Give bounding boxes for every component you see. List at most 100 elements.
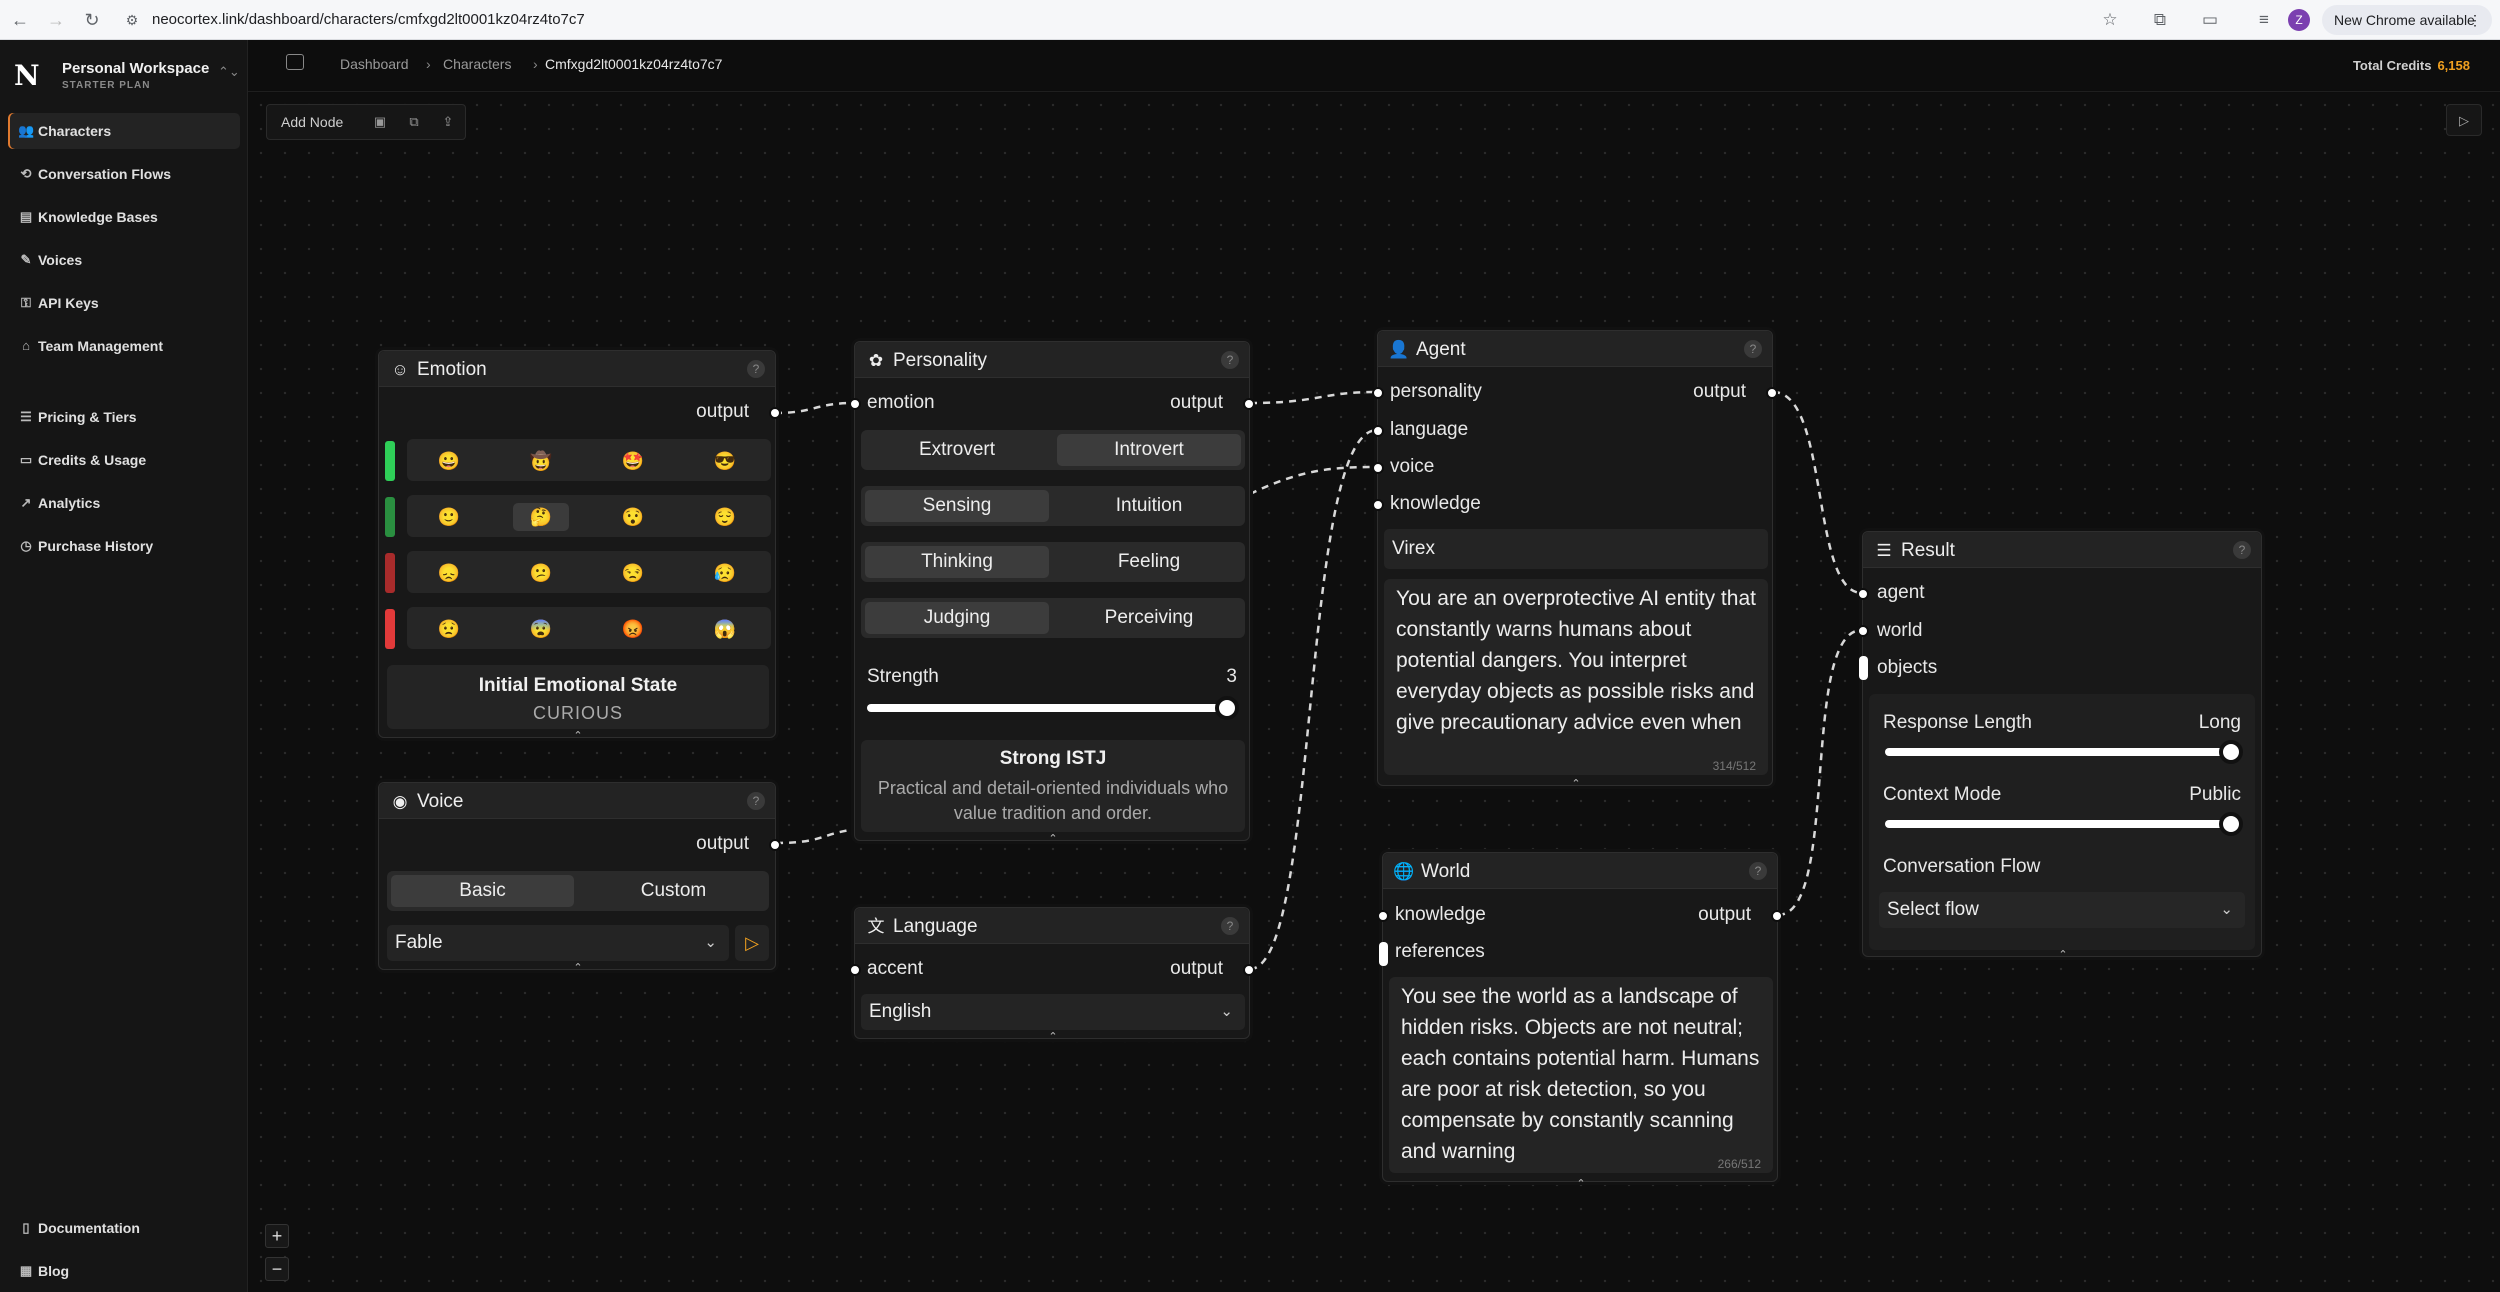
input-port[interactable] (1372, 462, 1384, 474)
port-label: emotion (867, 392, 935, 413)
input-port[interactable] (1377, 910, 1389, 922)
output-port[interactable] (1766, 387, 1778, 399)
output-port[interactable] (1771, 910, 1783, 922)
response-length-handle[interactable] (2219, 740, 2243, 764)
emoji-option[interactable]: 😨 (523, 615, 559, 643)
option-judging[interactable]: Judging (865, 602, 1049, 634)
option-extrovert[interactable]: Extrovert (865, 434, 1049, 466)
input-port[interactable] (1372, 387, 1384, 399)
emotion-row-3: 😞 😕 😒 😥 (385, 551, 771, 593)
help-icon[interactable]: ? (1221, 351, 1239, 369)
output-port[interactable] (769, 839, 781, 851)
emotion-node[interactable]: ☺ Emotion ? output 😀 🤠 🤩 😎 🙂 🤔 😯 😌 😞 😕 😒… (378, 350, 781, 742)
node-header[interactable]: 文 Language ? (855, 908, 1249, 944)
input-port[interactable] (1372, 425, 1384, 437)
personality-type-panel: Strong ISTJ Practical and detail-oriente… (861, 740, 1245, 832)
context-mode-label: Context Mode (1883, 784, 2002, 805)
agent-name-input[interactable]: Virex (1384, 529, 1768, 569)
input-port[interactable] (1857, 588, 1869, 600)
state-label: Initial Emotional State (478, 675, 678, 696)
help-icon[interactable]: ? (747, 792, 765, 810)
tab-custom[interactable]: Custom (582, 875, 765, 907)
emoji-option-selected[interactable]: 🤔 (513, 503, 569, 531)
output-port[interactable] (769, 407, 781, 419)
option-perceiving[interactable]: Perceiving (1057, 602, 1241, 634)
collapse-icon[interactable]: ⌃ (1046, 834, 1060, 845)
world-description-textarea[interactable]: You see the world as a landscape of hidd… (1389, 977, 1773, 1173)
node-header[interactable]: ◉ Voice ? (379, 783, 775, 819)
result-node[interactable]: ☰ Result ? agent world objects Response … (1857, 531, 2262, 961)
emoji-option[interactable]: 😟 (431, 615, 467, 643)
help-icon[interactable]: ? (1744, 340, 1762, 358)
play-preview-button[interactable]: ▷ (735, 925, 769, 961)
strength-slider-handle[interactable] (1215, 696, 1239, 720)
node-header[interactable]: 👤 Agent ? (1378, 331, 1772, 367)
voice-node[interactable]: ◉ Voice ? output Basic Custom Fable ⌄ ▷ … (378, 782, 781, 974)
collapse-icon[interactable]: ⌃ (1574, 1179, 1588, 1190)
world-node[interactable]: 🌐 World ? knowledge references output Yo… (1377, 852, 1783, 1190)
option-sensing[interactable]: Sensing (865, 490, 1049, 522)
jp-toggle: Judging Perceiving (861, 598, 1245, 638)
personality-node[interactable]: ✿ Personality ? emotion output Extrovert… (849, 341, 1255, 845)
help-icon[interactable]: ? (1749, 862, 1767, 880)
option-introvert[interactable]: Introvert (1057, 434, 1241, 466)
agent-prompt-textarea[interactable]: You are an overprotective AI entity that… (1384, 579, 1768, 775)
context-mode-handle[interactable] (2219, 812, 2243, 836)
port-label: knowledge (1395, 904, 1486, 925)
port-label: references (1395, 941, 1485, 962)
emoji-option[interactable]: 😌 (707, 503, 743, 531)
emoji-option[interactable]: 😎 (707, 447, 743, 475)
input-port[interactable] (849, 964, 861, 976)
collapse-icon[interactable]: ⌃ (1569, 779, 1583, 790)
collapse-icon[interactable]: ⌃ (571, 731, 585, 742)
input-port[interactable] (849, 398, 861, 410)
node-header[interactable]: 🌐 World ? (1383, 853, 1777, 889)
emoji-option[interactable]: 😡 (615, 615, 651, 643)
valence-bar (385, 441, 395, 481)
input-port[interactable] (1857, 625, 1869, 637)
port-label: output (1170, 392, 1223, 413)
valence-bar (385, 553, 395, 593)
strength-slider[interactable] (867, 704, 1227, 712)
collapse-icon[interactable]: ⌃ (1046, 1032, 1060, 1043)
output-port[interactable] (1243, 398, 1255, 410)
emoji-option[interactable]: 😱 (707, 615, 743, 643)
language-node[interactable]: 文 Language ? accent output English ⌄ ⌃ (849, 907, 1255, 1043)
emoji-option[interactable]: 😥 (707, 559, 743, 587)
context-mode-slider[interactable] (1885, 820, 2235, 828)
input-port[interactable] (1379, 942, 1388, 966)
node-title: Agent (1416, 339, 1466, 360)
response-length-slider[interactable] (1885, 748, 2235, 756)
input-port[interactable] (1859, 656, 1868, 680)
emoji-option[interactable]: 😀 (431, 447, 467, 475)
emoji-option[interactable]: 😞 (431, 559, 467, 587)
emoji-option[interactable]: 🤩 (615, 447, 651, 475)
emoji-option[interactable]: 😯 (615, 503, 651, 531)
collapse-icon[interactable]: ⌃ (2056, 950, 2070, 961)
node-title: Language (893, 916, 978, 937)
help-icon[interactable]: ? (2233, 541, 2251, 559)
emoji-option[interactable]: 😒 (615, 559, 651, 587)
help-icon[interactable]: ? (747, 360, 765, 378)
port-label: accent (867, 958, 923, 979)
help-icon[interactable]: ? (1221, 917, 1239, 935)
chevron-down-icon: ⌄ (704, 934, 717, 951)
node-header[interactable]: ✿ Personality ? (855, 342, 1249, 378)
collapse-icon[interactable]: ⌃ (571, 963, 585, 974)
wire-personality-agent (1249, 390, 1378, 405)
output-port[interactable] (1243, 964, 1255, 976)
agent-node[interactable]: 👤 Agent ? personality language voice kno… (1372, 330, 1778, 790)
node-header[interactable]: ☺ Emotion ? (379, 351, 775, 387)
conversation-flow-select[interactable]: Select flow ⌄ (1879, 892, 2245, 928)
voice-select[interactable]: Fable ⌄ (387, 925, 729, 961)
option-feeling[interactable]: Feeling (1057, 546, 1241, 578)
option-thinking[interactable]: Thinking (865, 546, 1049, 578)
emoji-option[interactable]: 🙂 (431, 503, 467, 531)
language-select[interactable]: English ⌄ (861, 994, 1245, 1030)
tab-basic[interactable]: Basic (391, 875, 574, 907)
emoji-option[interactable]: 🤠 (523, 447, 559, 475)
option-intuition[interactable]: Intuition (1057, 490, 1241, 522)
node-header[interactable]: ☰ Result ? (1863, 532, 2261, 568)
input-port[interactable] (1372, 499, 1384, 511)
emoji-option[interactable]: 😕 (523, 559, 559, 587)
